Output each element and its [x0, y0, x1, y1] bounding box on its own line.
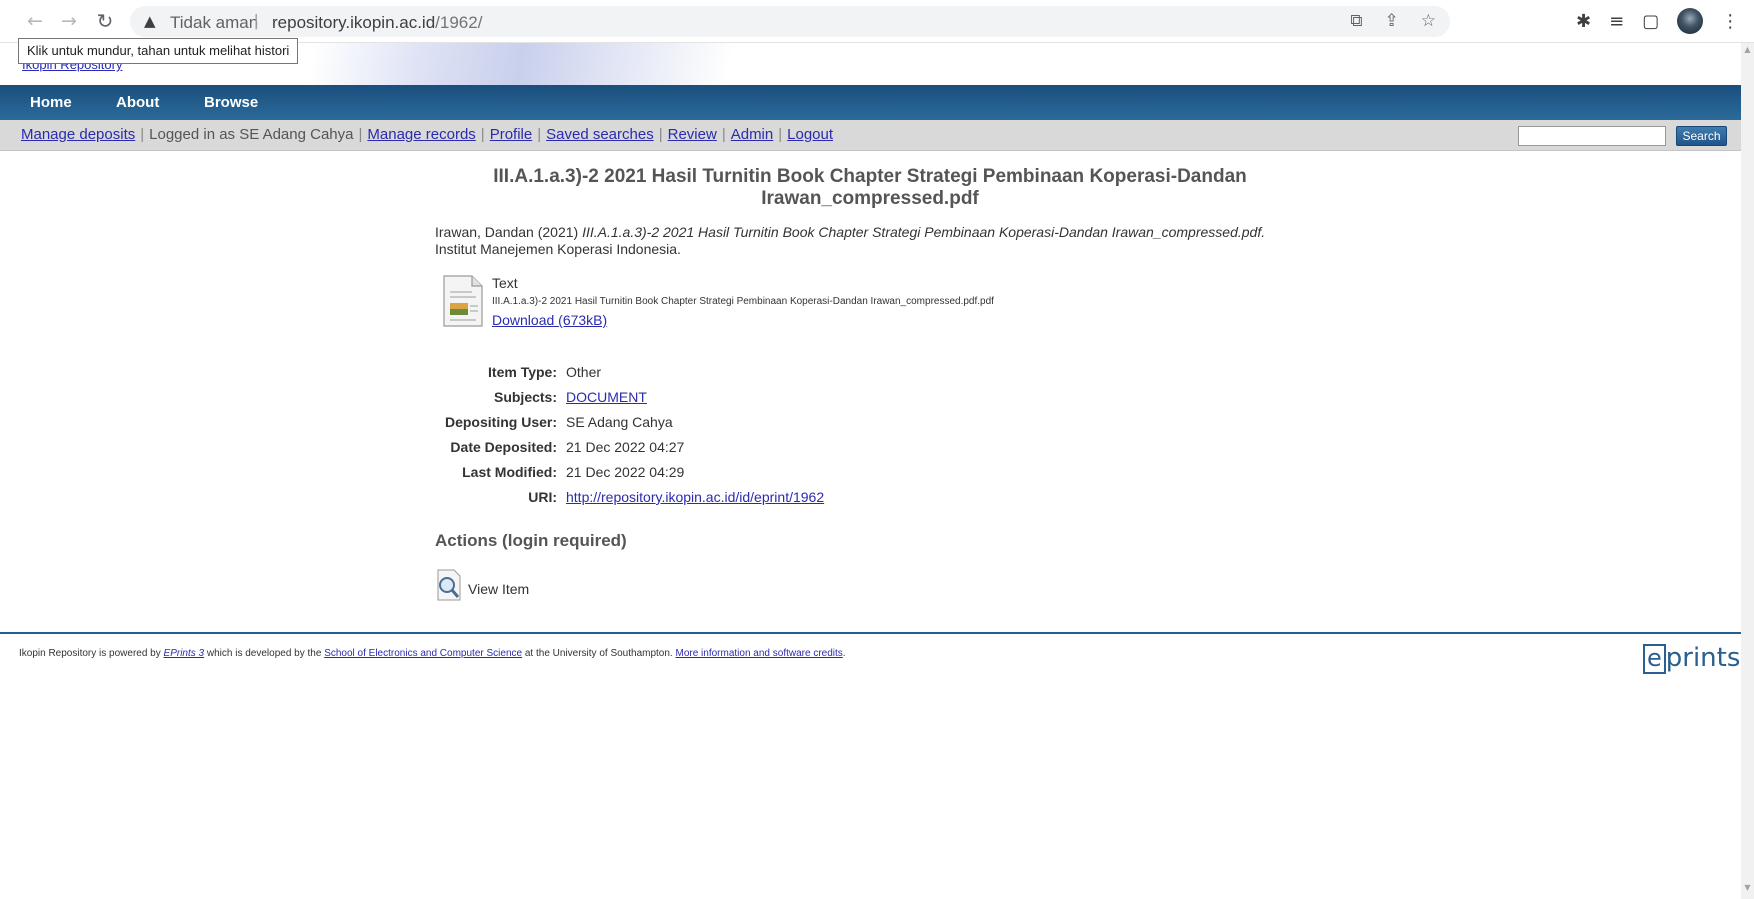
separator: |: [778, 126, 783, 143]
separator: |: [658, 126, 663, 143]
citation-publisher: Institut Manejemen Koperasi Indonesia.: [435, 241, 681, 257]
manage-records-link[interactable]: Manage records: [367, 126, 475, 143]
meta-label: Depositing User:: [444, 414, 557, 430]
uri-link[interactable]: http://repository.ikopin.ac.id/id/eprint…: [566, 489, 824, 505]
actions-heading: Actions (login required): [435, 531, 627, 550]
page-content: Ikopin Repository Home About Browse Mana…: [0, 43, 1741, 899]
eprints-logo-e: e: [1643, 644, 1666, 674]
bookmark-star-icon[interactable]: ☆: [1421, 11, 1436, 31]
review-link[interactable]: Review: [668, 126, 717, 143]
admin-link[interactable]: Admin: [731, 126, 774, 143]
main-menu: Home About Browse: [0, 85, 1741, 120]
browser-toolbar: ← → ↻ ▲ Tidak aman | repository.ikopin.a…: [0, 0, 1754, 43]
translate-icon[interactable]: ⧉: [1350, 11, 1362, 31]
footer-text: Ikopin Repository is powered by EPrints …: [19, 648, 846, 659]
address-separator: |: [254, 11, 259, 30]
extensions-icon[interactable]: ✱: [1576, 11, 1591, 32]
saved-searches-link[interactable]: Saved searches: [546, 126, 654, 143]
citation: Irawan, Dandan (2021) III.A.1.a.3)-2 202…: [435, 224, 1335, 258]
menu-browse[interactable]: Browse: [204, 94, 258, 111]
back-button-tooltip: Klik untuk mundur, tahan untuk melihat h…: [18, 38, 299, 64]
separator: |: [358, 126, 363, 143]
toolbar-icons: ✱ ≡ ▢ ⋮: [1576, 8, 1739, 34]
citation-author: Irawan, Dandan (2021): [435, 224, 583, 240]
separator: |: [537, 126, 542, 143]
meta-label: Date Deposited:: [450, 439, 557, 455]
url-text[interactable]: repository.ikopin.ac.id/1962/: [272, 13, 482, 33]
subject-link[interactable]: DOCUMENT: [566, 389, 647, 405]
separator: |: [721, 126, 726, 143]
scroll-down-icon[interactable]: ▼: [1741, 883, 1754, 897]
scroll-up-icon[interactable]: ▲: [1741, 45, 1754, 59]
view-item-icon[interactable]: [436, 569, 462, 601]
meta-value: http://repository.ikopin.ac.id/id/eprint…: [566, 489, 824, 505]
meta-value: DOCUMENT: [566, 389, 647, 405]
back-arrow-icon[interactable]: ←: [22, 8, 48, 34]
footer-text-part: Ikopin Repository is powered by: [19, 648, 164, 659]
meta-label: Subjects:: [493, 389, 557, 405]
document-thumbnail-icon[interactable]: [442, 275, 484, 327]
meta-value: 21 Dec 2022 04:27: [566, 439, 685, 455]
user-toolbar: Manage deposits | Logged in as SE Adang Ca…: [0, 120, 1741, 151]
citation-title: III.A.1.a.3)-2 2021 Hasil Turnitin Book …: [582, 224, 1266, 240]
omnibox-actions: ⧉ ⇪ ☆: [1350, 11, 1436, 31]
manage-deposits-link[interactable]: Manage deposits: [21, 126, 135, 143]
share-icon[interactable]: ⇪: [1385, 11, 1399, 31]
meta-value: Other: [566, 364, 602, 380]
footer-text-part: at the University of Southampton.: [522, 648, 676, 659]
warning-icon[interactable]: ▲: [144, 12, 156, 30]
profile-link[interactable]: Profile: [490, 126, 533, 143]
menu-about[interactable]: About: [116, 94, 159, 111]
view-item-label[interactable]: View Item: [468, 581, 529, 597]
meta-value: 21 Dec 2022 04:29: [566, 464, 685, 480]
school-link[interactable]: School of Electronics and Computer Scien…: [324, 648, 522, 659]
menu-kebab-icon[interactable]: ⋮: [1721, 11, 1739, 32]
meta-label: URI:: [528, 489, 557, 505]
more-info-link[interactable]: More information and software credits: [676, 648, 843, 659]
search-input[interactable]: [1518, 126, 1666, 146]
side-panel-icon[interactable]: ▢: [1642, 11, 1659, 32]
user-links: Manage deposits | Logged in as SE Adang Ca…: [21, 126, 833, 143]
url-domain: repository.ikopin.ac.id: [272, 13, 436, 32]
eprints-logo[interactable]: e prints: [1643, 643, 1740, 674]
security-label[interactable]: Tidak aman: [170, 13, 258, 33]
footer-divider: [0, 632, 1741, 634]
reading-list-icon[interactable]: ≡: [1609, 11, 1624, 32]
eprints-link[interactable]: EPrints 3: [164, 648, 205, 659]
eprints-logo-text: prints: [1665, 643, 1741, 673]
profile-avatar[interactable]: [1677, 8, 1704, 34]
logout-link[interactable]: Logout: [787, 126, 833, 143]
separator: |: [140, 126, 145, 143]
menu-home[interactable]: Home: [30, 94, 72, 111]
url-path: /1962/: [435, 13, 483, 32]
page-title: III.A.1.a.3)-2 2021 Hasil Turnitin Book …: [493, 166, 1247, 209]
forward-arrow-icon[interactable]: →: [56, 8, 82, 34]
meta-value: SE Adang Cahya: [566, 414, 673, 430]
logged-in-text: Logged in as SE Adang Cahya: [149, 126, 354, 143]
reload-icon[interactable]: ↻: [92, 8, 118, 34]
footer-text-part: .: [842, 648, 846, 659]
search-button[interactable]: Search: [1676, 126, 1727, 146]
document-type: Text: [492, 275, 518, 291]
download-link[interactable]: Download (673kB): [492, 312, 607, 328]
separator: |: [480, 126, 485, 143]
address-bar[interactable]: ▲ Tidak aman | repository.ikopin.ac.id/1…: [130, 6, 1450, 37]
meta-label: Item Type:: [488, 364, 557, 380]
vertical-scrollbar[interactable]: ▲ ▼: [1741, 43, 1754, 899]
document-filename: III.A.1.a.3)-2 2021 Hasil Turnitin Book …: [492, 296, 994, 307]
footer-text-part: which is developed by the: [204, 648, 325, 659]
meta-label: Last Modified:: [462, 464, 557, 480]
